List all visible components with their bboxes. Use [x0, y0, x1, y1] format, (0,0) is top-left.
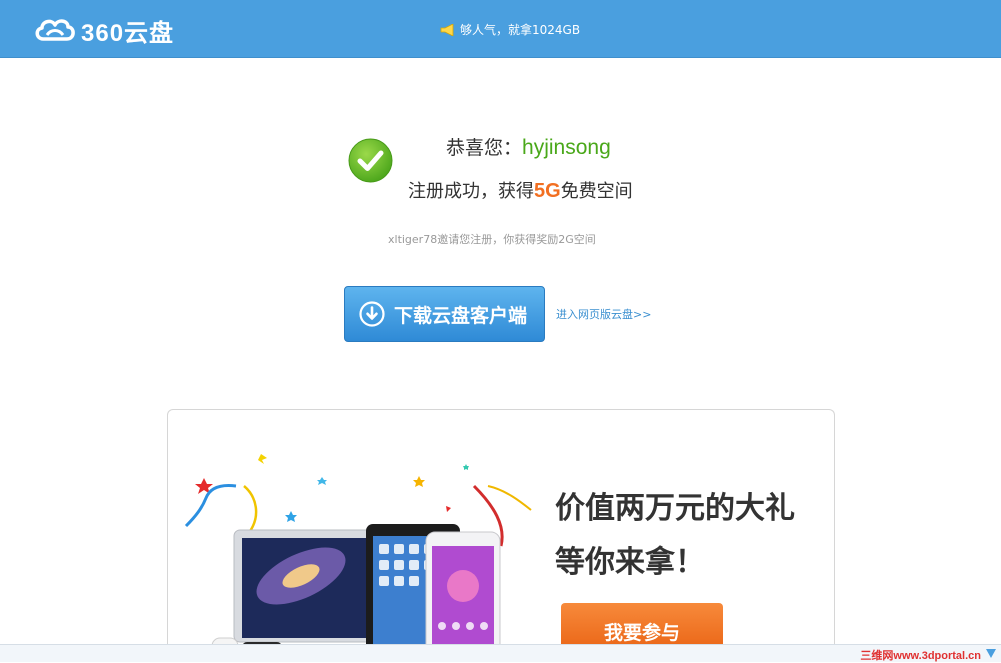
header-promo-text: 够人气，就拿1024GB: [460, 23, 581, 37]
promo-title: 价值两万元的大礼 等你来拿！: [555, 482, 795, 590]
logo-text: 360云盘: [81, 19, 175, 47]
download-client-label: 下载云盘客户端: [394, 304, 528, 327]
register-success-message: 注册成功，获得5G免费空间: [408, 177, 633, 203]
greeting-prefix: 恭喜您：: [446, 137, 523, 159]
web-version-link[interactable]: 进入网页版云盘>>: [556, 306, 651, 322]
free-space-size: 5G: [534, 180, 561, 202]
promo-title-line2: 等你来拿！: [555, 545, 705, 580]
msg-prefix: 注册成功，获得: [408, 181, 534, 202]
header-promo[interactable]: 够人气，就拿1024GB: [440, 21, 580, 38]
megaphone-icon: [440, 23, 454, 36]
download-client-button[interactable]: 下载云盘客户端: [344, 286, 545, 342]
greeting: 恭喜您：hyjinsong: [446, 133, 611, 160]
logo[interactable]: 360云盘: [33, 14, 175, 47]
checkmark-icon: [348, 138, 393, 183]
cloud-logo-icon: [35, 19, 75, 41]
username: hyjinsong: [522, 136, 611, 159]
devices-illustration: [184, 454, 532, 661]
download-arrow-icon: [359, 301, 385, 327]
corner-arrow-icon[interactable]: [985, 648, 997, 659]
promo-title-line1: 价值两万元的大礼: [555, 491, 795, 526]
bottom-bar: 三维网www.3dportal.cn: [0, 644, 1001, 662]
promo-card: 价值两万元的大礼 等你来拿！ 我要参与: [167, 409, 835, 661]
msg-suffix: 免费空间: [560, 181, 633, 202]
top-header: 360云盘 够人气，就拿1024GB: [0, 0, 1001, 58]
invite-reward-text: xltiger78邀请您注册，你获得奖励2G空间: [388, 233, 596, 246]
